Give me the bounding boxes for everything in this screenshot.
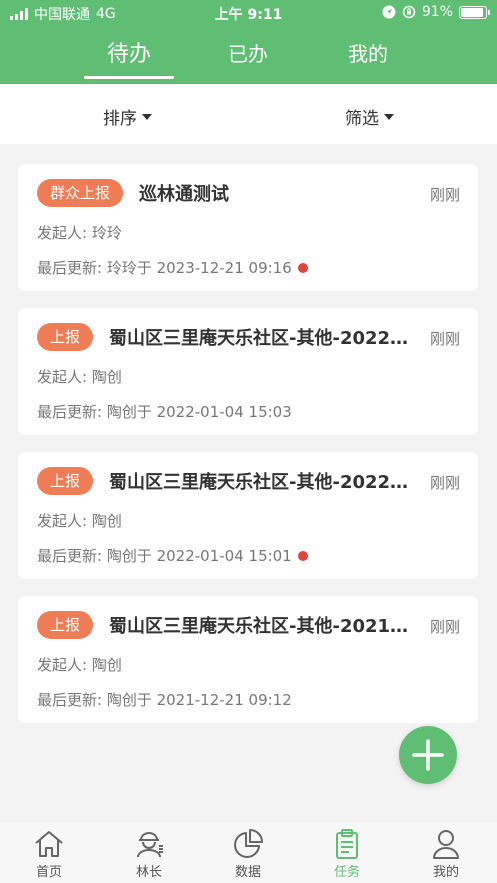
- task-title: 蜀山区三里庵天乐社区-其他-2021-12-21: [109, 616, 415, 637]
- filter-label: 筛选: [345, 109, 379, 129]
- filter-button[interactable]: 筛选: [345, 104, 394, 129]
- top-tabs: 待办 已办 我的: [0, 30, 497, 80]
- location-icon: [382, 5, 396, 19]
- home-icon: [35, 831, 63, 857]
- pie-chart-icon: [234, 829, 263, 858]
- plus-icon: [412, 739, 444, 771]
- task-updated: 最后更新: 玲玲于 2023-12-21 09:16: [37, 259, 292, 277]
- task-time: 刚刚: [429, 186, 460, 204]
- task-initiator: 发起人: 玲玲: [37, 224, 122, 242]
- task-time: 刚刚: [429, 474, 460, 492]
- app-header: 中国联通 4G 上午 9:11 91% 待办 已办 我的: [0, 0, 497, 84]
- battery-icon: [459, 5, 490, 19]
- task-updated: 最后更新: 陶创于 2022-01-04 15:03: [37, 403, 292, 421]
- task-tag: 上报: [37, 467, 94, 495]
- caret-down-icon: [142, 113, 152, 120]
- tab-todo[interactable]: 待办: [79, 36, 179, 68]
- tab-mine[interactable]: 我的: [318, 38, 418, 67]
- task-updated: 最后更新: 陶创于 2021-12-21 09:12: [37, 691, 292, 709]
- tab-done[interactable]: 已办: [198, 38, 298, 67]
- task-updated-row: 最后更新: 陶创于 2022-01-04 15:03: [37, 401, 292, 422]
- task-card[interactable]: 上报 蜀山区三里庵天乐社区-其他-2022-01-04 刚刚 发起人: 陶创 最…: [18, 452, 478, 579]
- task-card[interactable]: 上报 蜀山区三里庵天乐社区-其他-2022-01-04 刚刚 发起人: 陶创 最…: [18, 308, 478, 435]
- user-icon: [433, 830, 459, 859]
- task-title: 蜀山区三里庵天乐社区-其他-2022-01-04: [109, 472, 415, 493]
- sort-label: 排序: [103, 109, 137, 129]
- task-tag: 上报: [37, 611, 94, 639]
- task-time: 刚刚: [429, 330, 460, 348]
- task-title: 巡林通测试: [139, 184, 229, 205]
- task-updated-row: 最后更新: 陶创于 2021-12-21 09:12: [37, 689, 292, 710]
- tabbar-item-mine[interactable]: 我的: [416, 828, 476, 880]
- tabbar-label: 我的: [432, 865, 459, 880]
- unread-dot: [297, 262, 308, 273]
- rotation-lock-icon: [402, 5, 416, 19]
- task-card[interactable]: 群众上报 巡林通测试 刚刚 发起人: 玲玲 最后更新: 玲玲于 2023-12-…: [18, 164, 478, 291]
- task-card[interactable]: 上报 蜀山区三里庵天乐社区-其他-2021-12-21 刚刚 发起人: 陶创 最…: [18, 596, 478, 723]
- bottom-tab-bar: 首页 林长 数据 任务 我的: [0, 822, 497, 883]
- add-task-button[interactable]: [399, 726, 457, 784]
- task-updated-row: 最后更新: 玲玲于 2023-12-21 09:16: [37, 257, 308, 278]
- sort-button[interactable]: 排序: [103, 104, 152, 129]
- caret-down-icon: [384, 113, 394, 120]
- tabbar-item-home[interactable]: 首页: [19, 828, 79, 880]
- task-initiator: 发起人: 陶创: [37, 368, 122, 386]
- task-initiator: 发起人: 陶创: [37, 512, 122, 530]
- task-tag: 群众上报: [37, 179, 124, 207]
- active-tab-indicator: [84, 76, 174, 79]
- unread-dot: [297, 550, 308, 561]
- tabbar-item-data[interactable]: 数据: [218, 828, 278, 880]
- battery-text: 91%: [421, 4, 453, 20]
- tabbar-label: 林长: [135, 865, 162, 880]
- ranger-icon: [137, 832, 163, 858]
- tabbar-label: 任务: [333, 865, 360, 880]
- tabbar-label: 数据: [234, 865, 261, 880]
- task-updated-row: 最后更新: 陶创于 2022-01-04 15:01: [37, 545, 308, 566]
- task-tag: 上报: [37, 323, 94, 351]
- task-updated: 最后更新: 陶创于 2022-01-04 15:01: [37, 547, 292, 565]
- clipboard-icon: [336, 829, 358, 859]
- tabbar-item-ranger[interactable]: 林长: [119, 828, 179, 880]
- status-bar: 中国联通 4G 上午 9:11 91%: [0, 0, 497, 26]
- task-time: 刚刚: [429, 618, 460, 636]
- tabbar-item-tasks[interactable]: 任务: [317, 828, 377, 880]
- task-title: 蜀山区三里庵天乐社区-其他-2022-01-04: [109, 328, 415, 349]
- task-initiator: 发起人: 陶创: [37, 656, 122, 674]
- tabbar-label: 首页: [35, 865, 62, 880]
- filter-bar: 排序 筛选: [0, 84, 497, 144]
